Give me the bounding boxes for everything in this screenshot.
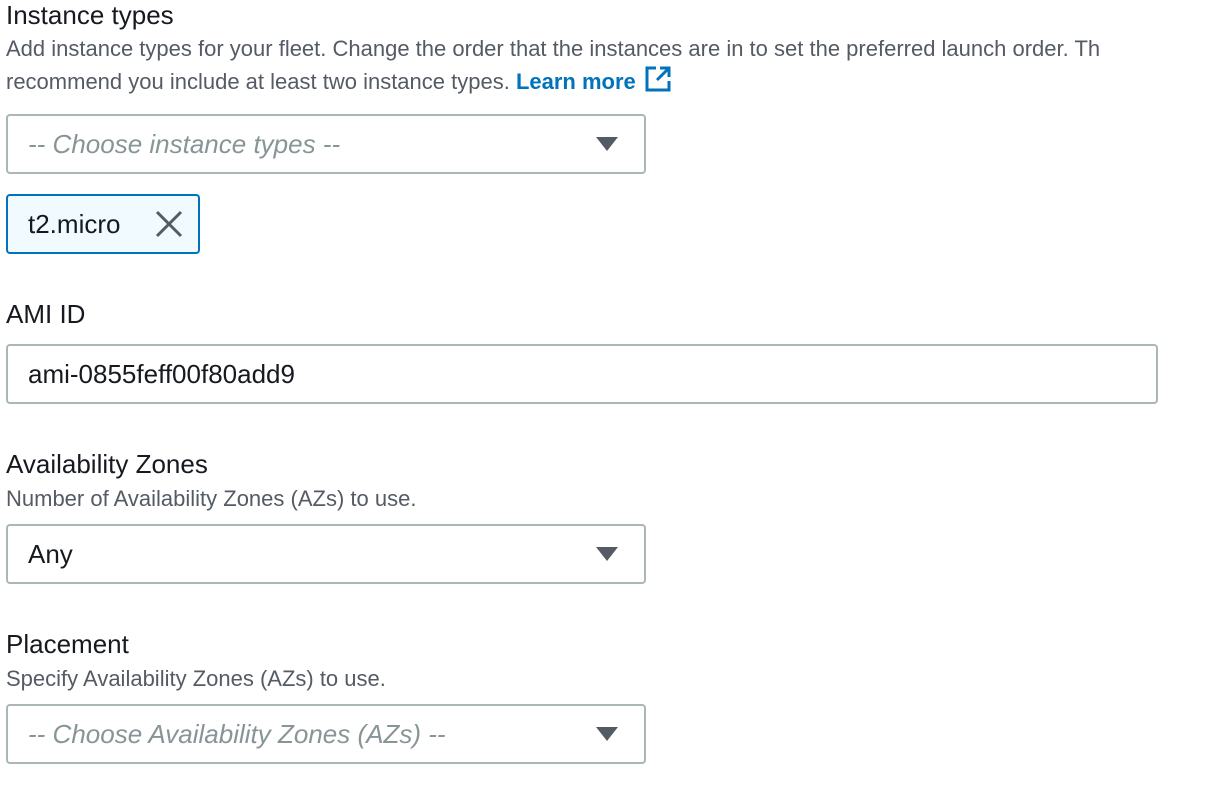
availability-zones-selected: Any xyxy=(28,539,73,569)
learn-more-link[interactable]: Learn more xyxy=(515,66,672,94)
placement-label: Placement xyxy=(6,629,129,659)
instance-types-description-text: recommend you include at least two insta… xyxy=(6,69,510,94)
availability-zones-select[interactable]: Any xyxy=(6,524,646,584)
instance-types-label: Instance types xyxy=(6,0,174,30)
learn-more-label: Learn more xyxy=(515,69,636,94)
instance-type-token-label: t2.micro xyxy=(28,209,121,239)
instance-type-token: t2.micro xyxy=(6,194,200,254)
instance-types-placeholder: -- Choose instance types -- xyxy=(28,129,341,159)
placement-description: Specify Availability Zones (AZs) to use. xyxy=(6,666,386,691)
placement-select[interactable]: -- Choose Availability Zones (AZs) -- xyxy=(6,704,646,764)
availability-zones-description: Number of Availability Zones (AZs) to us… xyxy=(6,486,417,511)
ami-id-input[interactable] xyxy=(6,344,1158,404)
close-icon[interactable] xyxy=(154,209,184,239)
external-link-icon xyxy=(644,65,672,102)
placement-placeholder: -- Choose Availability Zones (AZs) -- xyxy=(28,719,446,749)
instance-types-description-line2: recommend you include at least two insta… xyxy=(6,65,672,102)
caret-down-icon xyxy=(596,137,618,151)
caret-down-icon xyxy=(596,547,618,561)
instance-types-select[interactable]: -- Choose instance types -- xyxy=(6,114,646,174)
ami-id-label: AMI ID xyxy=(6,299,86,329)
instance-types-description-line1: Add instance types for your fleet. Chang… xyxy=(6,36,1101,61)
availability-zones-label: Availability Zones xyxy=(6,449,208,479)
caret-down-icon xyxy=(596,727,618,741)
